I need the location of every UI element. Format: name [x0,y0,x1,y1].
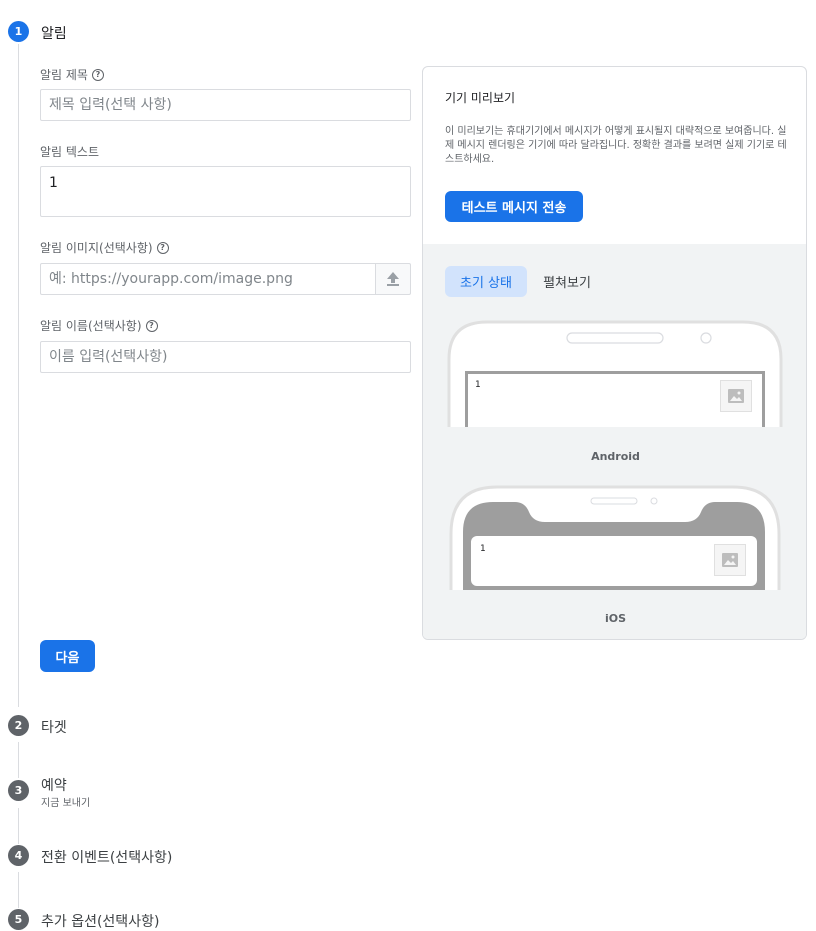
image-field-label: 알림 이미지(선택사항) ? [40,239,169,256]
step-1-number: 1 [8,21,29,42]
stepper-line-2 [18,742,19,778]
text-label-text: 알림 텍스트 [40,145,100,159]
preview-title: 기기 미리보기 [445,91,516,105]
step-3-subtitle: 지금 보내기 [41,798,91,809]
step-2-title[interactable]: 타겟 [41,717,67,737]
android-device-mockup [447,320,783,429]
preview-area: 초기 상태 펼쳐보기 1 Android 1 iOS [423,244,806,639]
step-1-title[interactable]: 알림 [41,23,67,43]
help-circle-icon[interactable]: ? [91,68,104,81]
stepper-line-4 [18,872,19,908]
preview-description: 이 미리보기는 휴대기기에서 메시지가 어떻게 표시될지 대략적으로 보여줍니다… [445,126,787,165]
name-label-text: 알림 이름(선택사항) [40,319,142,333]
upload-button[interactable] [375,263,411,295]
android-notification-image [720,380,752,412]
upload-icon [387,272,399,286]
image-label-text: 알림 이미지(선택사항) [40,241,153,255]
image-icon [722,553,738,567]
ios-label: iOS [604,612,627,625]
tab-expanded[interactable]: 펼쳐보기 [533,266,601,297]
step-5-title[interactable]: 추가 옵션(선택사항) [41,911,159,931]
android-preview-clip [447,427,783,429]
stepper-line-1 [18,44,19,707]
send-test-message-button[interactable]: 테스트 메시지 전송 [445,191,583,222]
image-icon [728,389,744,403]
step-3-number: 3 [8,780,29,801]
title-field-label: 알림 제목 ? [40,66,104,83]
image-url-input[interactable] [40,263,376,295]
step-5-number: 5 [8,909,29,930]
step-3-title[interactable]: 예약 [41,775,67,795]
ios-notification-text: 1 [480,544,486,554]
text-textarea[interactable]: 1 [40,166,411,217]
help-circle-icon[interactable]: ? [145,319,158,332]
tab-initial-state[interactable]: 초기 상태 [445,266,527,297]
device-preview-card: 기기 미리보기 이 미리보기는 휴대기기에서 메시지가 어떻게 표시될지 대략적… [422,66,807,640]
title-label-text: 알림 제목 [40,68,88,82]
title-input[interactable] [40,89,411,121]
stepper-line-3 [18,808,19,844]
help-circle-icon[interactable]: ? [156,241,169,254]
android-notification-text: 1 [475,380,481,390]
text-field-label: 알림 텍스트 [40,143,99,160]
step-4-title[interactable]: 전환 이벤트(선택사항) [41,847,172,867]
next-button[interactable]: 다음 [40,640,95,672]
name-input[interactable] [40,341,411,373]
ios-notification-image [714,544,746,576]
name-field-label: 알림 이름(선택사항) ? [40,317,158,334]
step-2-number: 2 [8,715,29,736]
android-label: Android [591,450,640,463]
step-4-number: 4 [8,845,29,866]
